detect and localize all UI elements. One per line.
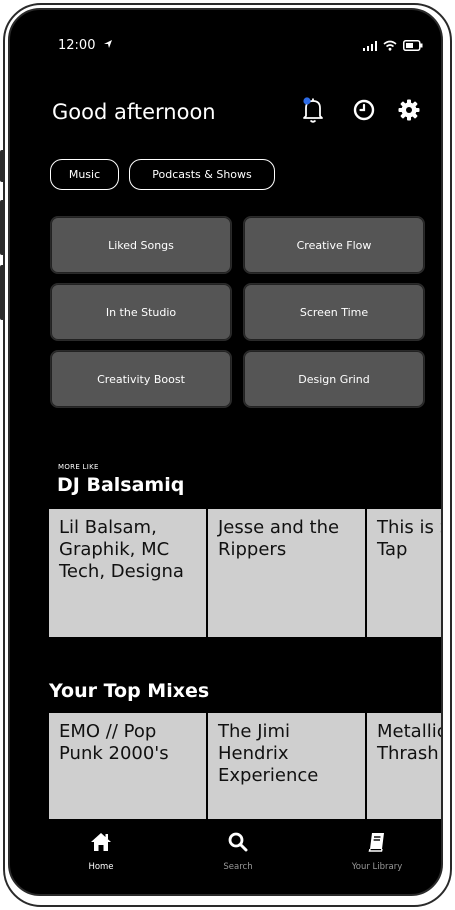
top-mix-card-3[interactable]: Metallica 80's Thrash Metal: [367, 713, 441, 819]
screen: 12:00 Good afternoon Music Podcasts & Sh…: [8, 8, 443, 896]
chip-music[interactable]: Music: [50, 159, 119, 190]
status-icons: [363, 36, 423, 55]
tab-your-library[interactable]: Your Library: [317, 832, 437, 872]
tile-in-the-studio[interactable]: In the Studio: [50, 283, 232, 341]
search-icon: [228, 832, 248, 856]
tab-bar: Home Search Your Library: [10, 827, 441, 894]
settings-button[interactable]: [395, 98, 423, 126]
more-like-card-1[interactable]: Lil Balsam, Graphik, MC Tech, Designa: [49, 509, 206, 637]
phone-silent-switch: [0, 150, 5, 182]
clock-icon: [353, 99, 375, 125]
tab-home-label: Home: [88, 862, 114, 872]
recently-played-button[interactable]: [350, 98, 378, 126]
top-mixes-title: Your Top Mixes: [49, 680, 210, 702]
tab-search-label: Search: [223, 862, 253, 872]
tile-liked-songs[interactable]: Liked Songs: [50, 216, 232, 274]
phone-volume-up: [0, 200, 5, 255]
more-like-eyebrow: MORE LIKE: [58, 463, 99, 471]
gear-icon: [397, 98, 421, 126]
library-icon: [367, 832, 387, 856]
tile-creative-flow[interactable]: Creative Flow: [243, 216, 425, 274]
home-icon: [90, 832, 112, 856]
status-time-text: 12:00: [58, 38, 96, 53]
bell-icon: [300, 96, 326, 128]
more-like-title: DJ Balsamiq: [57, 474, 185, 496]
top-mix-card-1[interactable]: EMO // Pop Punk 2000's: [49, 713, 206, 819]
top-mix-card-2[interactable]: The Jimi Hendrix Experience: [208, 713, 365, 819]
status-time: 12:00: [58, 38, 113, 53]
tab-home[interactable]: Home: [41, 832, 161, 872]
tile-screen-time[interactable]: Screen Time: [243, 283, 425, 341]
tile-design-grind[interactable]: Design Grind: [243, 350, 425, 408]
location-arrow-icon: [103, 38, 113, 53]
status-bar: 12:00: [10, 10, 441, 58]
greeting-title: Good afternoon: [52, 100, 216, 124]
more-like-card-3[interactable]: This is Spinal Tap: [367, 509, 441, 637]
battery-icon: [403, 36, 423, 55]
wifi-icon: [383, 36, 397, 55]
cellular-signal-icon: [363, 36, 377, 55]
chip-podcasts-shows[interactable]: Podcasts & Shows: [129, 159, 275, 190]
tab-your-library-label: Your Library: [351, 862, 403, 872]
more-like-card-2[interactable]: Jesse and the Rippers: [208, 509, 365, 637]
notifications-button[interactable]: [299, 96, 327, 128]
phone-volume-down: [0, 265, 5, 320]
tab-search[interactable]: Search: [178, 832, 298, 872]
tile-creativity-boost[interactable]: Creativity Boost: [50, 350, 232, 408]
